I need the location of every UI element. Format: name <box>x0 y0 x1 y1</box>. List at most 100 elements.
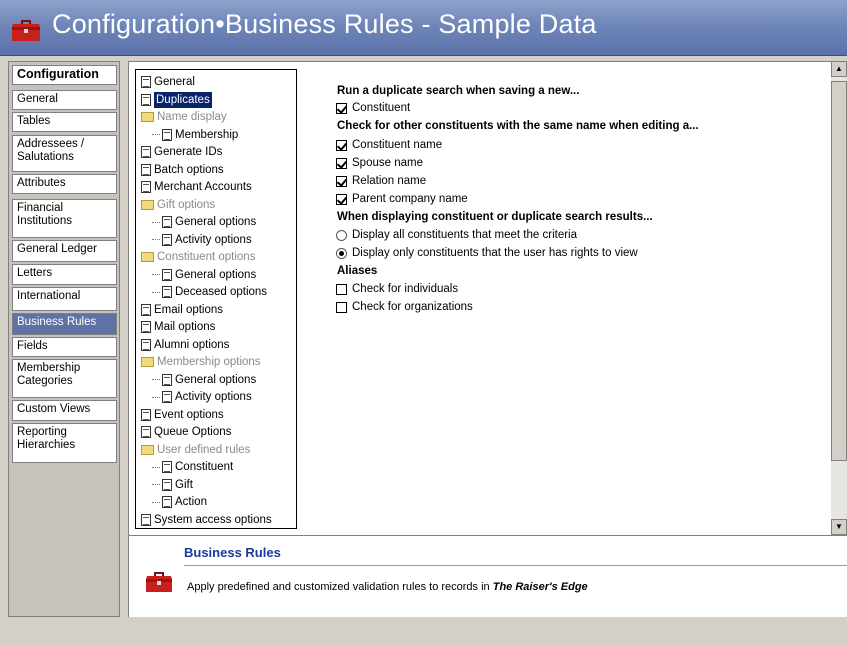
document-icon <box>141 93 151 106</box>
vertical-scrollbar[interactable]: ▲ ▼ <box>831 61 847 535</box>
tree-item-label: Membership options <box>157 356 261 368</box>
document-icon <box>162 128 172 141</box>
display-rights-radio[interactable] <box>336 247 347 259</box>
tree-item-label: General options <box>175 373 257 386</box>
tree-item-label: System access options <box>154 513 272 526</box>
tree-item-general-options[interactable]: General options <box>152 372 256 388</box>
tree-item-label: General <box>154 76 195 88</box>
tree-item-activity-options[interactable]: Activity options <box>152 389 252 405</box>
nav-item-reporting-hierarchies[interactable]: Reporting Hierarchies <box>12 423 117 463</box>
document-icon <box>141 408 151 421</box>
tree-item-alumni-options[interactable]: Alumni options <box>141 337 229 353</box>
tree-item-membership-options[interactable]: Membership options <box>141 354 261 370</box>
tree-item-label: Batch options <box>154 163 224 176</box>
document-icon <box>162 373 172 386</box>
tree-item-email-options[interactable]: Email options <box>141 302 223 318</box>
tree-item-constituent[interactable]: Constituent <box>152 459 233 475</box>
tree-item-deceased-options[interactable]: Deceased options <box>152 284 267 300</box>
display-all-radio[interactable] <box>336 229 347 241</box>
checkbox-row-spouse-name[interactable]: Spouse name <box>336 155 423 171</box>
tree-item-duplicates[interactable]: Duplicates <box>141 91 212 108</box>
folder-icon <box>141 112 154 122</box>
nav-item-addressees-salutations[interactable]: Addressees / Salutations <box>12 135 117 172</box>
nav-item-custom-views[interactable]: Custom Views <box>12 400 117 421</box>
spouse-name-checkbox[interactable] <box>336 157 347 169</box>
checkbox-row-organizations[interactable]: Check for organizations <box>336 299 473 315</box>
nav-item-financial-institutions[interactable]: Financial Institutions <box>12 199 117 238</box>
toolbox-icon <box>146 572 172 592</box>
scroll-up-icon[interactable]: ▲ <box>831 61 847 77</box>
tree-item-label: Activity options <box>175 391 252 403</box>
document-icon <box>162 286 172 298</box>
tree-item-gift-options[interactable]: Gift options <box>141 197 215 213</box>
tree-item-membership[interactable]: Membership <box>152 127 238 143</box>
constituent-checkbox[interactable] <box>336 102 347 114</box>
checkbox-row-individuals[interactable]: Check for individuals <box>336 281 458 297</box>
tree-item-label: Deceased options <box>175 286 268 298</box>
tree-item-label: Name display <box>157 111 227 123</box>
nav-item-general[interactable]: General <box>12 90 117 110</box>
tree-item-constituent-options[interactable]: Constituent options <box>141 249 255 265</box>
tree-item-batch-options[interactable]: Batch options <box>141 162 224 178</box>
tree-item-label: User defined rules <box>157 443 251 456</box>
tree-item-queue-options[interactable]: Queue Options <box>141 424 231 440</box>
tree-item-gift[interactable]: Gift <box>152 477 193 493</box>
tree-item-system-access-options[interactable]: System access options <box>141 512 272 528</box>
document-icon <box>141 181 151 193</box>
individuals-label: Check for individuals <box>352 283 459 295</box>
tree-item-label: Merchant Accounts <box>154 181 252 193</box>
nav-item-configuration[interactable]: Configuration <box>12 65 117 85</box>
tree-item-action[interactable]: Action <box>152 494 207 510</box>
tree-connector <box>152 274 160 275</box>
nav-item-international[interactable]: International <box>12 287 117 311</box>
tree-item-general-options[interactable]: General options <box>152 214 256 230</box>
scroll-thumb[interactable] <box>831 81 847 461</box>
tree-item-label: Alumni options <box>154 338 230 351</box>
status-bar <box>0 618 847 645</box>
tree-item-general[interactable]: General <box>141 74 195 90</box>
document-icon <box>141 76 151 88</box>
nav-item-general-ledger[interactable]: General Ledger <box>12 240 117 262</box>
scroll-down-icon[interactable]: ▼ <box>831 519 847 535</box>
tree-item-user-defined-rules[interactable]: User defined rules <box>141 442 250 458</box>
radio-row-display-rights[interactable]: Display only constituents that the user … <box>336 245 638 261</box>
duplicates-settings: Run a duplicate search when saving a new… <box>303 69 833 529</box>
document-icon <box>141 426 151 438</box>
individuals-checkbox[interactable] <box>336 283 347 295</box>
tree-item-mail-options[interactable]: Mail options <box>141 319 215 335</box>
parent-company-name-checkbox[interactable] <box>336 193 347 205</box>
document-icon <box>141 338 151 351</box>
checkbox-row-relation-name[interactable]: Relation name <box>336 173 426 189</box>
nav-item-attributes[interactable]: Attributes <box>12 174 117 194</box>
tree-connector <box>152 134 160 135</box>
tree-item-generate-ids[interactable]: Generate IDs <box>141 144 222 160</box>
document-icon <box>141 303 151 316</box>
tree-item-label: Mail options <box>154 321 216 333</box>
checkbox-row-constituent-name[interactable]: Constituent name <box>336 137 442 153</box>
nav-item-business-rules[interactable]: Business Rules <box>12 313 117 335</box>
nav-item-letters[interactable]: Letters <box>12 264 117 285</box>
relation-name-checkbox[interactable] <box>336 175 347 187</box>
document-icon <box>162 478 172 491</box>
checkbox-row-parent-company-name[interactable]: Parent company name <box>336 191 468 207</box>
checkbox-row-constituent[interactable]: Constituent <box>336 100 410 116</box>
folder-icon <box>141 252 154 262</box>
organizations-checkbox[interactable] <box>336 301 347 313</box>
relation-name-label: Relation name <box>352 175 427 187</box>
window-header: Configuration•Business Rules - Sample Da… <box>0 0 847 56</box>
nav-item-tables[interactable]: Tables <box>12 112 117 132</box>
nav-item-fields[interactable]: Fields <box>12 337 117 357</box>
nav-item-membership-categories[interactable]: Membership Categories <box>12 359 117 398</box>
document-icon <box>162 461 172 473</box>
radio-row-display-all[interactable]: Display all constituents that meet the c… <box>336 227 577 243</box>
constituent-name-checkbox[interactable] <box>336 139 347 151</box>
tree-item-general-options[interactable]: General options <box>152 267 256 283</box>
tree-item-name-display[interactable]: Name display <box>141 109 227 125</box>
tree-item-activity-options[interactable]: Activity options <box>152 232 252 248</box>
tree-item-label: Duplicates <box>154 91 212 108</box>
tree-item-label: Constituent options <box>157 251 256 263</box>
tree-item-label: Membership <box>175 128 239 141</box>
options-tree[interactable]: General Duplicates Name display Membership G… <box>135 69 297 529</box>
tree-item-event-options[interactable]: Event options <box>141 407 224 423</box>
tree-item-merchant-accounts[interactable]: Merchant Accounts <box>141 179 252 195</box>
